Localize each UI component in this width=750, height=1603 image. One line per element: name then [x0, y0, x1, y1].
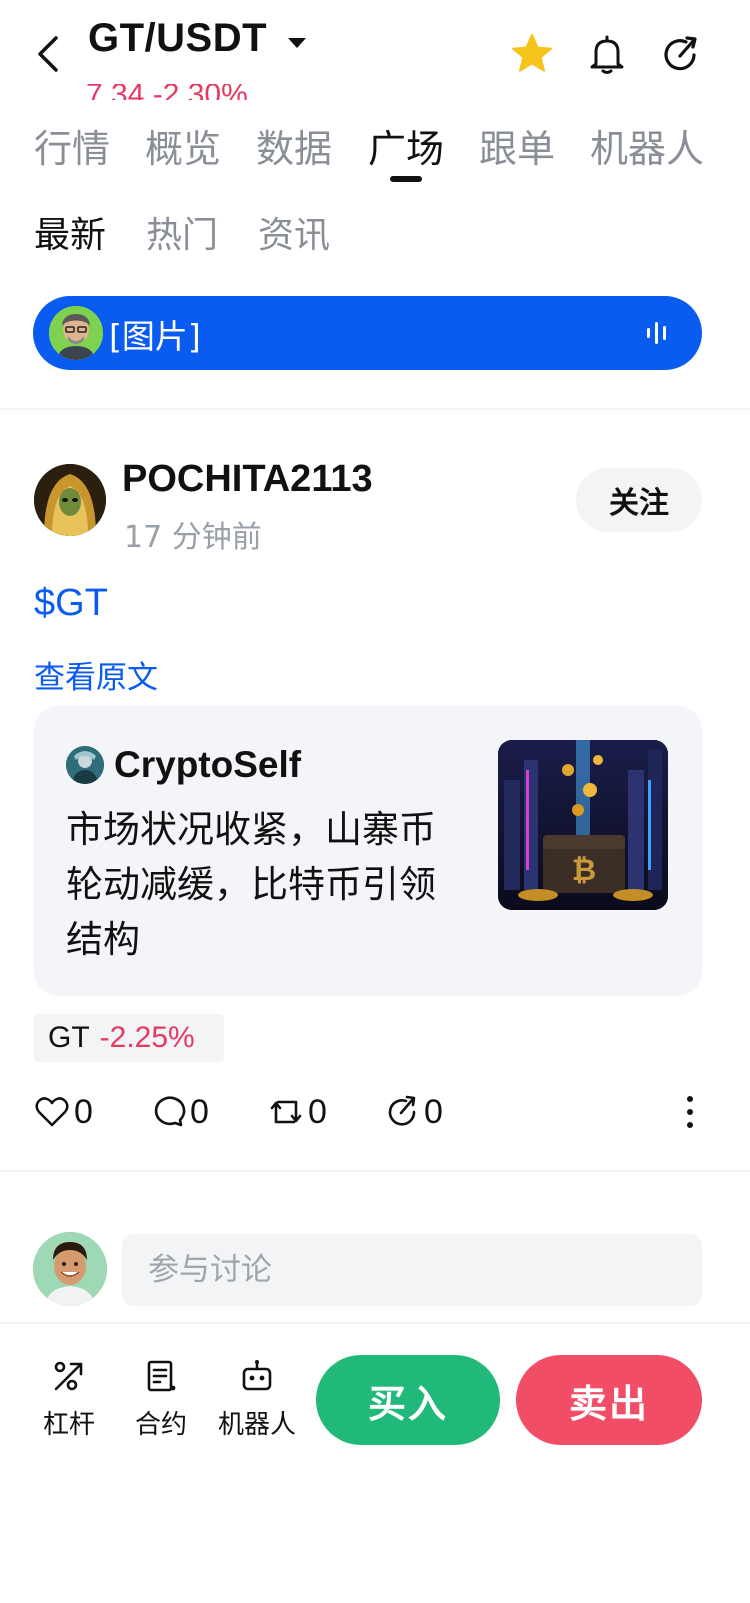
share-icon[interactable]: [660, 34, 702, 76]
margin-trade-label: 杠杆: [42, 1410, 95, 1440]
comment-icon: [154, 1096, 186, 1127]
coin-price-chip[interactable]: GT -2.25%: [34, 1014, 224, 1062]
tab-data[interactable]: 数据: [256, 118, 332, 173]
pair-title[interactable]: GT/USDT: [88, 16, 267, 61]
comment-count: 0: [190, 1092, 209, 1131]
share-post-button[interactable]: 0: [384, 1090, 443, 1134]
trading-bot-button[interactable]: 机器人: [212, 1358, 302, 1441]
trading-bot-label: 机器人: [217, 1410, 296, 1440]
pair-dropdown-icon[interactable]: [286, 36, 308, 50]
banner-text: [图片]: [109, 317, 201, 356]
coin-symbol: GT: [48, 1021, 90, 1054]
quoted-post-text: 市场状况收紧，山寨币轮动减缓，比特币引领结构: [66, 808, 436, 961]
section-divider: [0, 1170, 750, 1172]
share-count: 0: [424, 1092, 443, 1131]
audio-room-banner[interactable]: [图片]: [33, 296, 702, 370]
heart-icon: [35, 1097, 69, 1127]
subtab-news[interactable]: 资讯: [258, 206, 330, 258]
futures-label: 合约: [134, 1410, 187, 1440]
author-avatar[interactable]: [34, 464, 106, 536]
coin-change: -2.25%: [99, 1021, 195, 1054]
comment-input[interactable]: [122, 1234, 702, 1306]
comment-button[interactable]: 0: [150, 1090, 209, 1134]
subtab-hot[interactable]: 热门: [146, 206, 218, 258]
post-coin-tag[interactable]: $GT: [34, 582, 108, 625]
like-count: 0: [74, 1092, 93, 1131]
share-arrow-icon: [388, 1095, 416, 1126]
current-user-avatar: [33, 1232, 107, 1306]
favorite-star-icon[interactable]: [510, 32, 554, 76]
section-divider: [0, 1322, 750, 1324]
contract-icon: [147, 1360, 176, 1392]
quoted-author-avatar: [66, 746, 104, 784]
tab-bot[interactable]: 机器人: [590, 118, 704, 173]
view-original-link[interactable]: 查看原文: [34, 652, 158, 697]
tab-copy-trading[interactable]: 跟单: [479, 118, 555, 173]
svg-text:₿: ₿: [572, 853, 596, 888]
tab-overview[interactable]: 概览: [145, 118, 221, 173]
bell-icon[interactable]: [585, 32, 629, 76]
active-tab-indicator: [390, 176, 422, 182]
subtab-latest[interactable]: 最新: [34, 206, 106, 258]
header-bar: GT/USDT 7.34 -2.30%: [0, 0, 750, 100]
audio-wave-icon: [647, 322, 666, 344]
tab-square[interactable]: 广场: [368, 118, 444, 173]
robot-icon: [242, 1360, 272, 1391]
banner-avatar: [49, 306, 103, 360]
follow-button[interactable]: 关注: [576, 468, 702, 532]
sell-button[interactable]: 卖出: [516, 1355, 702, 1445]
author-name[interactable]: POCHITA2113: [122, 458, 373, 501]
main-tab-bar: 行情 概览 数据 广场 跟单 机器人: [0, 112, 750, 192]
like-button[interactable]: 0: [34, 1090, 93, 1134]
tab-market[interactable]: 行情: [34, 118, 110, 173]
repost-count: 0: [308, 1092, 327, 1131]
section-divider: [0, 408, 750, 410]
quoted-post-card[interactable]: CryptoSelf 市场状况收紧，山寨币轮动减缓，比特币引领结构 ₿: [34, 706, 702, 996]
repost-button[interactable]: 0: [268, 1090, 327, 1134]
more-options-icon[interactable]: [682, 1094, 698, 1130]
price-ticker: 7.34 -2.30%: [86, 84, 248, 100]
futures-button[interactable]: 合约: [116, 1358, 206, 1441]
quoted-author-name: CryptoSelf: [114, 744, 302, 785]
buy-button[interactable]: 买入: [316, 1355, 500, 1445]
post-time: 17 分钟前: [124, 520, 262, 555]
quoted-post-image[interactable]: ₿: [498, 740, 668, 910]
repost-icon: [270, 1100, 302, 1124]
back-arrow-icon[interactable]: [30, 34, 70, 74]
margin-trade-button[interactable]: 杠杆: [24, 1358, 114, 1441]
leverage-icon: [54, 1361, 83, 1391]
